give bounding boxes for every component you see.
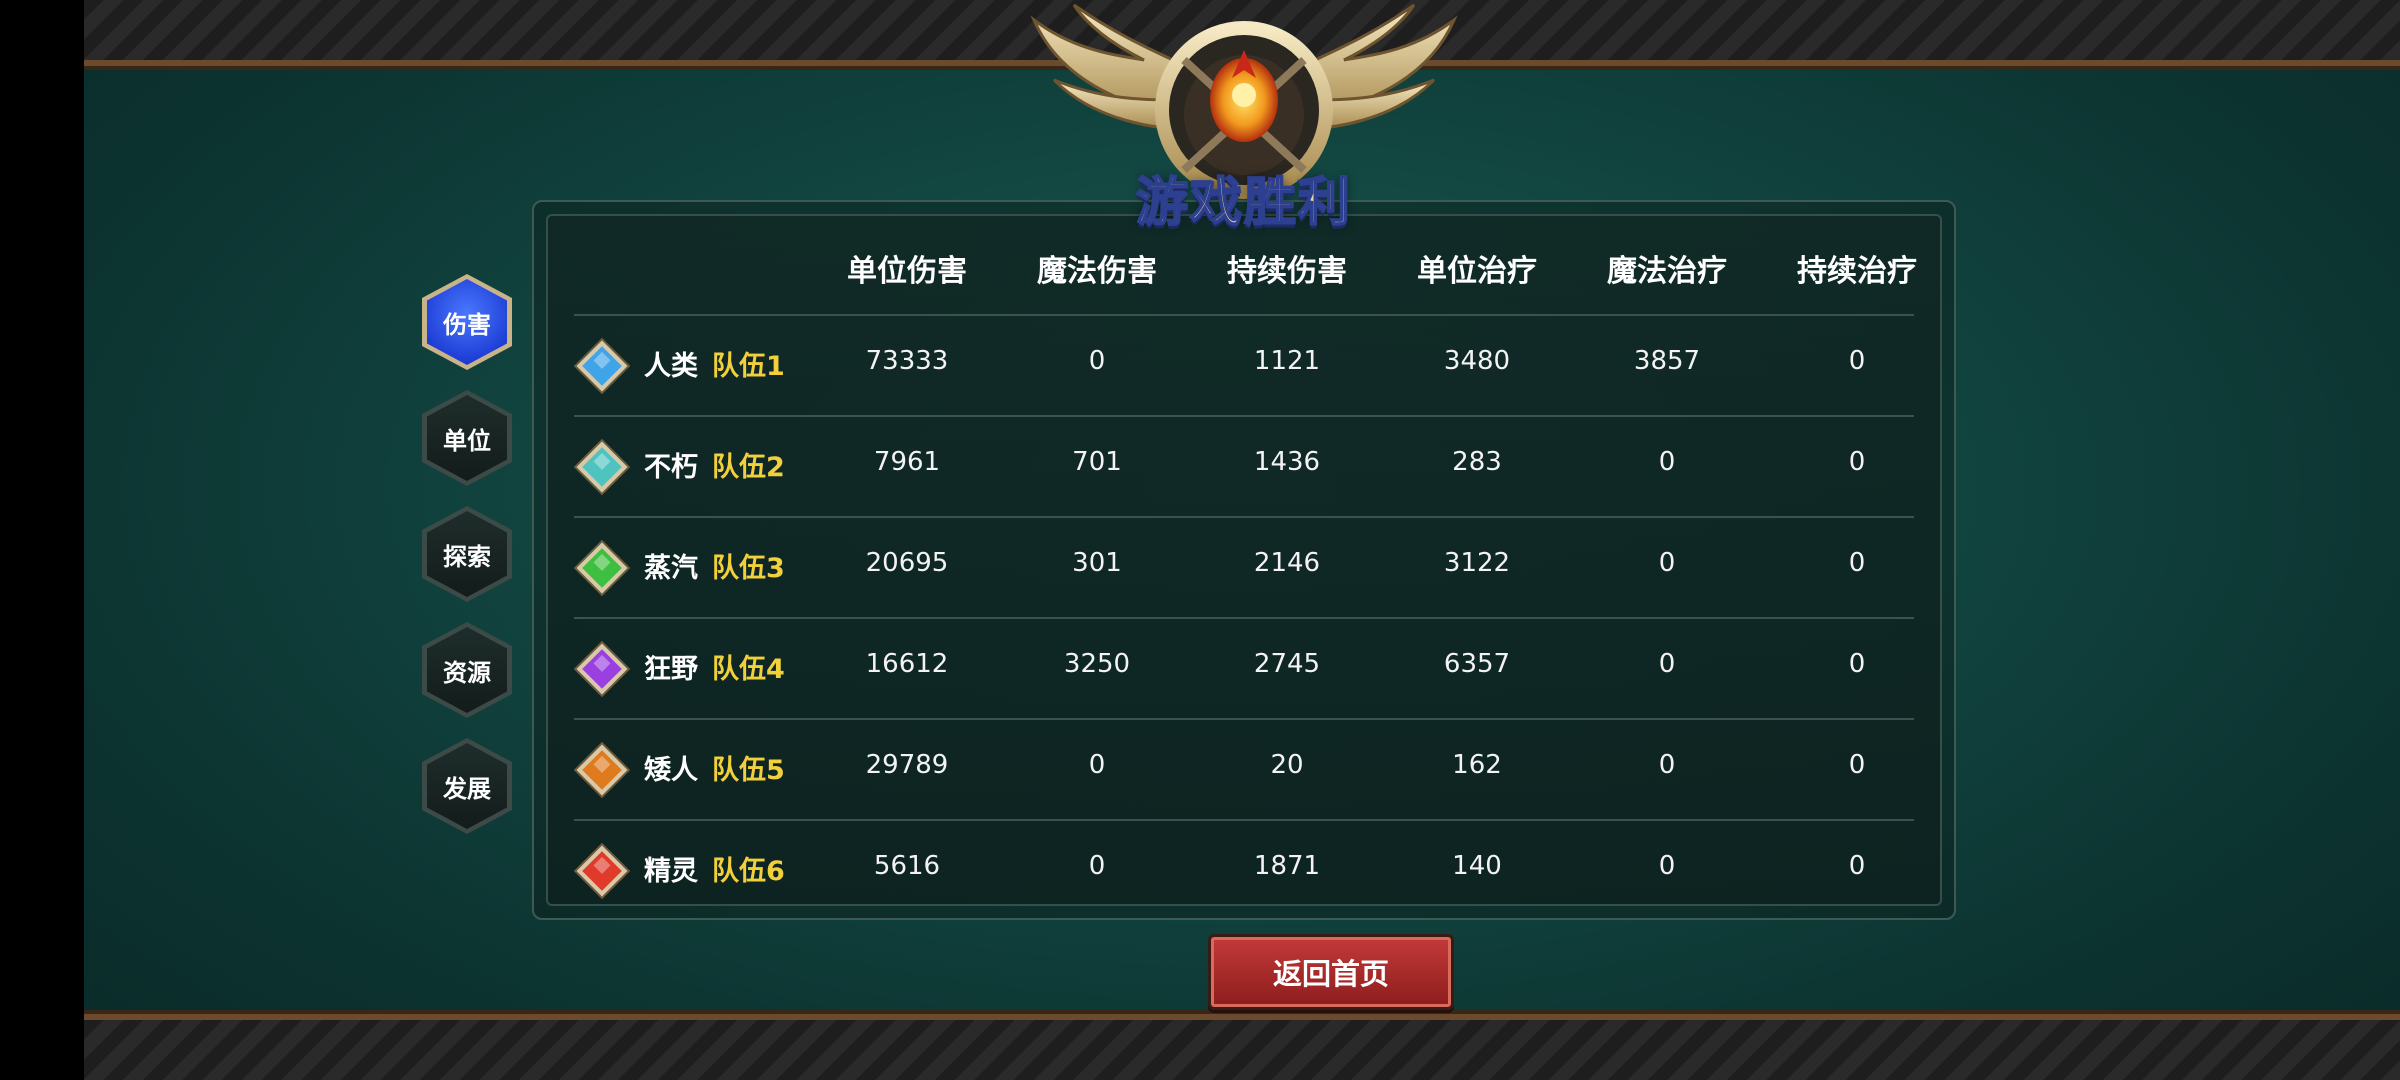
table-row: 狂野 队伍4 16612 3250 2745 6357 0 0 (574, 617, 1914, 720)
race-name: 不朽 (644, 452, 698, 483)
race-name: 人类 (644, 351, 698, 382)
stat-cell: 3857 (1633, 346, 1701, 376)
tab-label: 探索 (427, 511, 507, 597)
race-gem-icon (576, 441, 628, 493)
race-name: 矮人 (644, 755, 698, 786)
column-header: 魔法治疗 (1607, 254, 1727, 289)
stat-cell: 3480 (1443, 346, 1511, 376)
tab-label: 资源 (427, 627, 507, 713)
stat-cell: 20 (1270, 750, 1304, 780)
team-name: 队伍2 (712, 452, 785, 483)
table-row: 人类 队伍1 73333 0 1121 3480 3857 0 (574, 314, 1914, 417)
stat-cell: 0 (1848, 851, 1866, 881)
race-gem-icon (576, 744, 628, 796)
team-name: 队伍5 (712, 755, 785, 786)
stat-cell: 3250 (1063, 649, 1131, 679)
stat-cell: 140 (1452, 851, 1502, 881)
stat-cell: 162 (1452, 750, 1502, 780)
victory-title: 游戏胜利 (1135, 172, 1352, 234)
team-name: 队伍4 (712, 654, 785, 685)
stats-table: 单位伤害 魔法伤害 持续伤害 单位治疗 魔法治疗 持续治疗 人类 队伍1 73333… (546, 214, 1942, 906)
stat-cell: 0 (1088, 750, 1106, 780)
tab-explore[interactable]: 探索 (422, 506, 512, 602)
race-name: 精灵 (644, 856, 698, 887)
stat-cell: 0 (1658, 750, 1676, 780)
stats-panel: 单位伤害 魔法伤害 持续伤害 单位治疗 魔法治疗 持续治疗 人类 队伍1 73333… (532, 200, 1956, 920)
tab-label: 发展 (427, 743, 507, 829)
race-gem-icon (576, 542, 628, 594)
stat-cell: 3122 (1443, 548, 1511, 578)
column-header: 持续伤害 (1227, 254, 1347, 289)
stat-cell: 0 (1658, 548, 1676, 578)
tab-development[interactable]: 发展 (422, 738, 512, 834)
table-row: 不朽 队伍2 7961 701 1436 283 0 0 (574, 415, 1914, 518)
race-name: 蒸汽 (644, 553, 698, 584)
column-header: 魔法伤害 (1037, 254, 1157, 289)
stat-cell: 0 (1658, 447, 1676, 477)
table-row: 精灵 队伍6 5616 0 1871 140 0 0 (574, 819, 1914, 922)
stat-cell: 0 (1088, 346, 1106, 376)
victory-emblem: 游戏胜利 (944, 0, 1544, 240)
bottom-border (84, 1014, 2400, 1080)
return-home-button[interactable]: 返回首页 (1208, 934, 1454, 1010)
tab-label: 伤害 (427, 279, 507, 365)
tab-damage[interactable]: 伤害 (422, 274, 512, 370)
return-home-label: 返回首页 (1272, 957, 1389, 991)
column-header: 单位伤害 (847, 254, 967, 289)
stat-cell: 0 (1658, 851, 1676, 881)
tab-label: 单位 (427, 395, 507, 481)
stat-cell: 73333 (865, 346, 949, 376)
stat-cell: 2745 (1253, 649, 1321, 679)
race-gem-icon (576, 643, 628, 695)
stat-cell: 0 (1848, 447, 1866, 477)
stat-cell: 283 (1452, 447, 1502, 477)
stat-cell: 0 (1848, 346, 1866, 376)
race-name: 狂野 (644, 654, 698, 685)
stat-cell: 5616 (873, 851, 941, 881)
stat-cell: 0 (1848, 649, 1866, 679)
column-header: 单位治疗 (1417, 254, 1537, 289)
race-gem-icon (576, 340, 628, 392)
stat-cell: 0 (1088, 851, 1106, 881)
stat-cell: 701 (1072, 447, 1122, 477)
stat-cell: 1121 (1253, 346, 1321, 376)
game-screen: 伤害 单位 探索 资源 发展 单位伤害 魔法伤害 持续伤害 单位治疗 魔法治疗 … (84, 0, 2400, 1080)
stat-cell: 1436 (1253, 447, 1321, 477)
stat-cell: 2146 (1253, 548, 1321, 578)
team-name: 队伍1 (712, 351, 785, 382)
team-name: 队伍3 (712, 553, 785, 584)
tab-resources[interactable]: 资源 (422, 622, 512, 718)
stat-cell: 301 (1072, 548, 1122, 578)
stat-cell: 0 (1658, 649, 1676, 679)
stat-cell: 1871 (1253, 851, 1321, 881)
column-header: 持续治疗 (1797, 254, 1917, 289)
stat-cell: 16612 (865, 649, 949, 679)
team-name: 队伍6 (712, 856, 785, 887)
tab-units[interactable]: 单位 (422, 390, 512, 486)
stat-cell: 0 (1848, 548, 1866, 578)
race-gem-icon (576, 845, 628, 897)
stat-cell: 20695 (865, 548, 949, 578)
stat-cell: 6357 (1443, 649, 1511, 679)
stat-cell: 29789 (865, 750, 949, 780)
stat-cell: 0 (1848, 750, 1866, 780)
table-row: 蒸汽 队伍3 20695 301 2146 3122 0 0 (574, 516, 1914, 619)
table-row: 矮人 队伍5 29789 0 20 162 0 0 (574, 718, 1914, 821)
stat-cell: 7961 (873, 447, 941, 477)
